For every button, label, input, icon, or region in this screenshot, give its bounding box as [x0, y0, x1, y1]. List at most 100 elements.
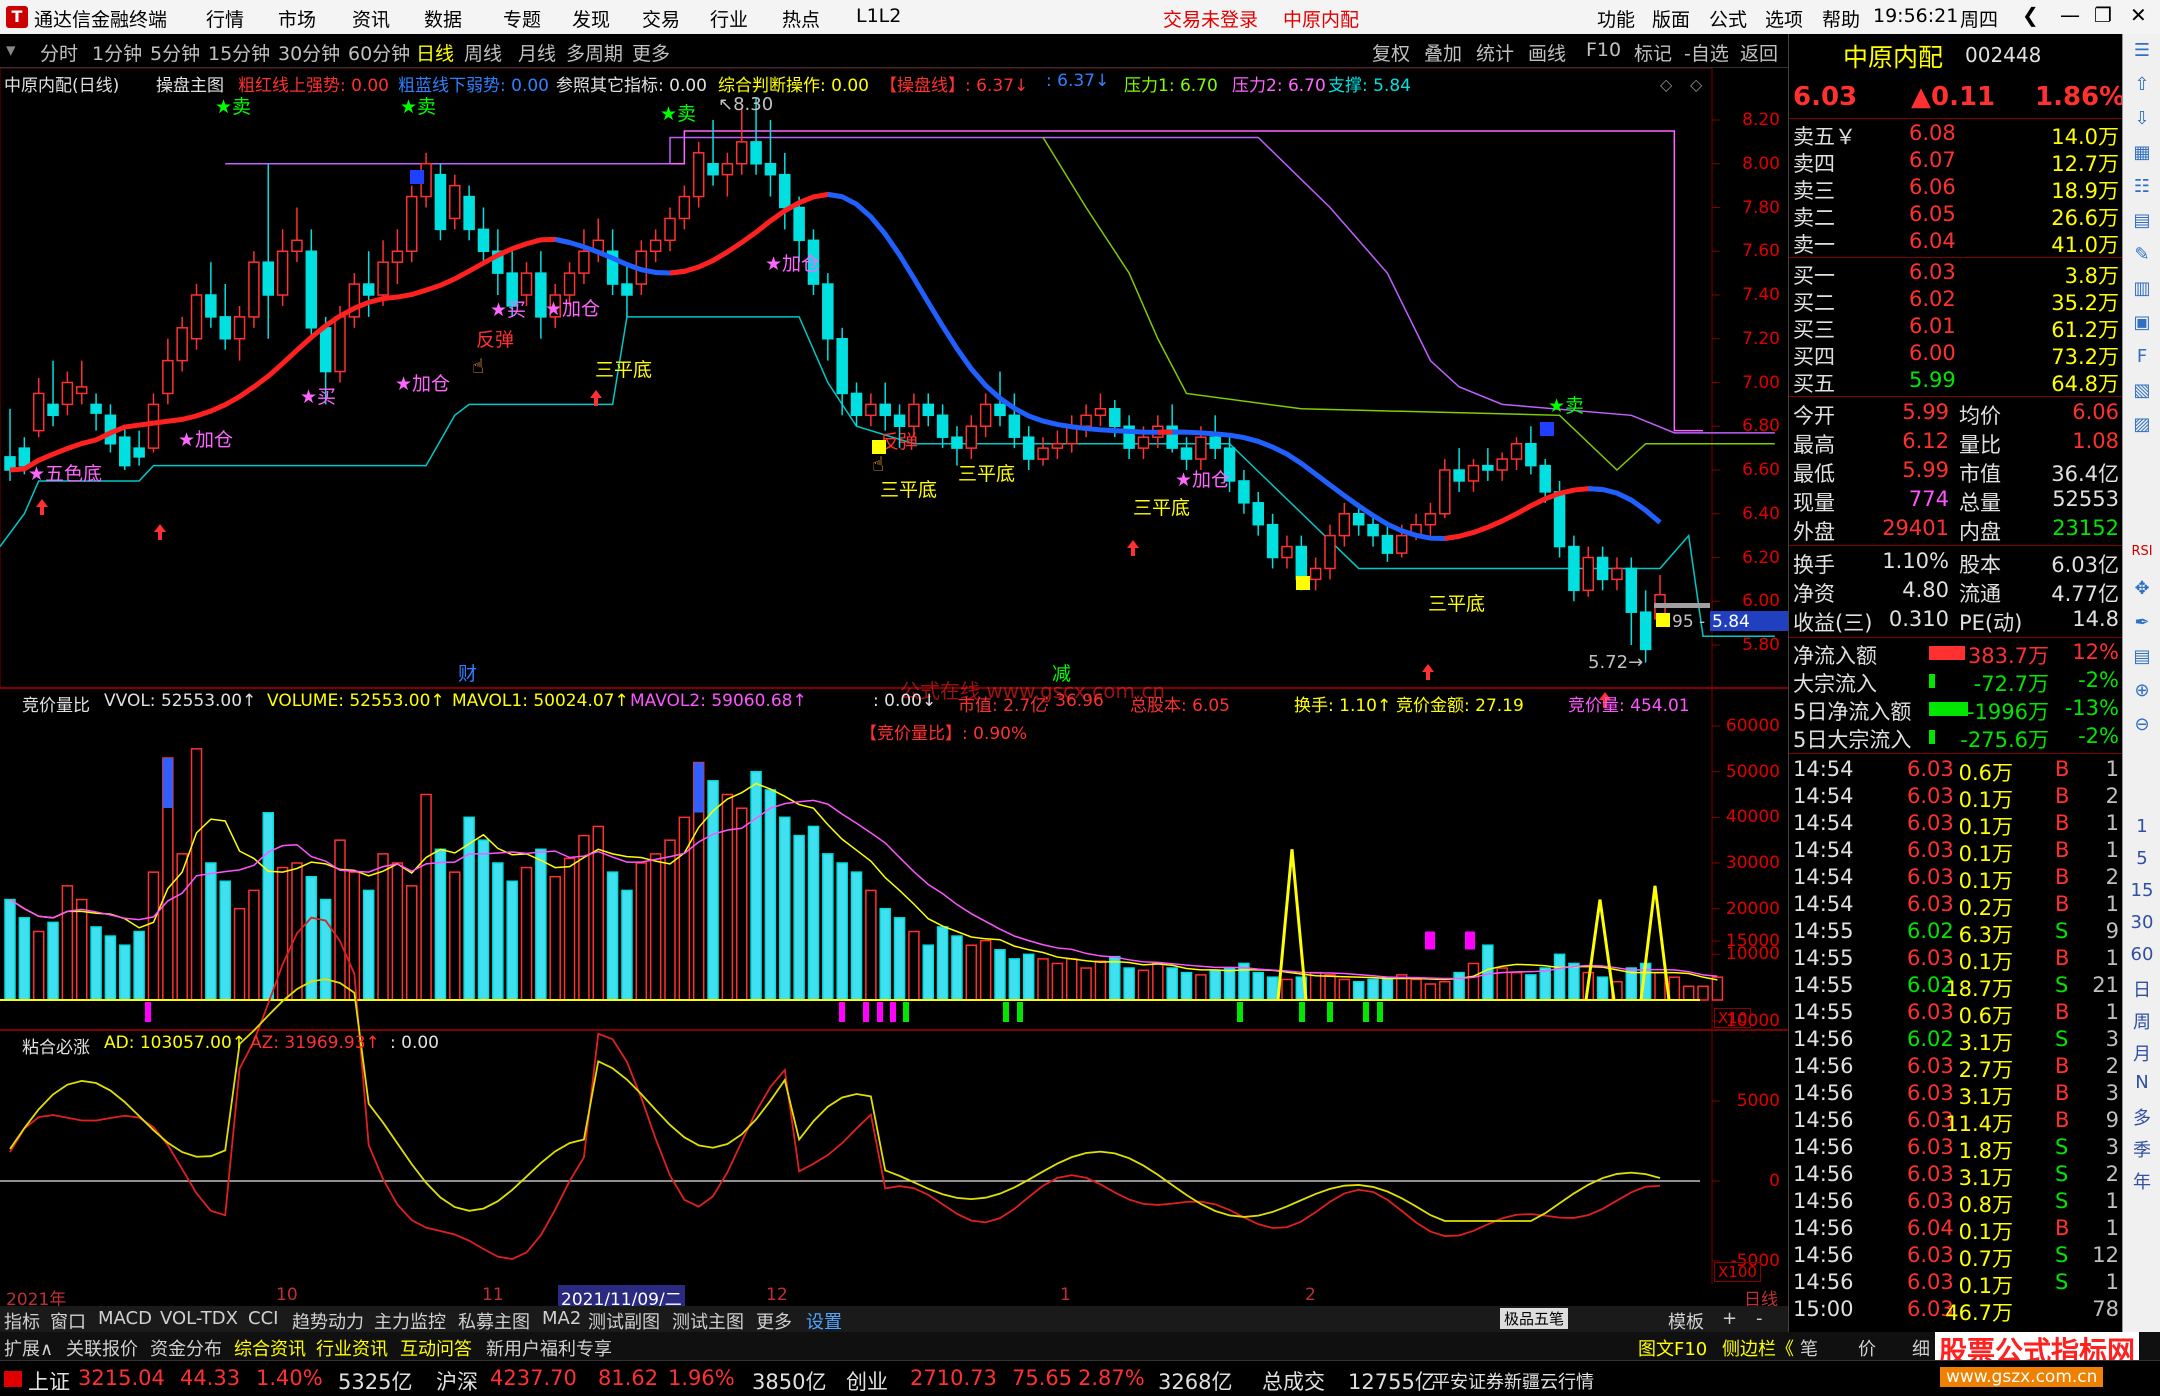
indicator-tab-right-3[interactable]: -	[1756, 1308, 1763, 1329]
ask-row[interactable]: 卖四6.0712.7万	[1789, 148, 2123, 175]
bid-row[interactable]: 买五5.9964.8万	[1789, 368, 2123, 395]
indicator-tab-item-0[interactable]: 指标	[4, 1308, 40, 1334]
info-tab-5[interactable]: 互动问答	[400, 1335, 472, 1361]
period-tab-4[interactable]: 30分钟	[278, 39, 340, 66]
sidebar-tool-icon[interactable]: ✥	[2127, 578, 2157, 599]
sidebar-period-6[interactable]: 周	[2127, 1008, 2157, 1034]
indicator-tab-item-1[interactable]: 窗口	[50, 1308, 86, 1334]
info-tab-4[interactable]: 行业资讯	[316, 1335, 388, 1361]
indicator-tab-item-12[interactable]: 设置	[806, 1308, 842, 1334]
sidebar-tool-icon[interactable]: ▧	[2127, 380, 2157, 401]
indicator-tab-item-10[interactable]: 测试主图	[672, 1308, 744, 1334]
chart-action-3[interactable]: 画线	[1528, 39, 1566, 66]
right-menu-item-2[interactable]: 公式	[1709, 5, 1747, 32]
sidebar-period-3[interactable]: 30	[2127, 912, 2157, 933]
sidebar-tool-icon[interactable]: ▣	[2127, 312, 2157, 333]
chart-action-7[interactable]: 返回	[1740, 39, 1778, 66]
ask-row[interactable]: 卖一6.0441.0万	[1789, 229, 2123, 256]
sidebar-tool-icon[interactable]: ☷	[2127, 176, 2157, 197]
restore-icon[interactable]: ❐	[2094, 3, 2112, 27]
bid-row[interactable]: 买二6.0235.2万	[1789, 287, 2123, 314]
stock-alert[interactable]: 中原内配	[1283, 5, 1359, 32]
info-tab-6[interactable]: 新用户福利专享	[486, 1335, 612, 1361]
chart-action-4[interactable]: F10	[1586, 39, 1621, 61]
sidebar-period-9[interactable]: 多	[2127, 1104, 2157, 1130]
indicator-tab-right-2[interactable]: +	[1722, 1308, 1737, 1329]
info-tab-right-1[interactable]: 侧边栏《	[1722, 1335, 1794, 1361]
back-icon[interactable]: ❮	[2022, 3, 2039, 27]
menu-item-9[interactable]: L1L2	[856, 5, 901, 27]
menu-item-2[interactable]: 资讯	[352, 5, 390, 32]
sidebar-period-2[interactable]: 15	[2127, 880, 2157, 901]
ask-row[interactable]: 卖二6.0526.6万	[1789, 202, 2123, 229]
right-menu-item-4[interactable]: 帮助	[1822, 5, 1860, 32]
chart-action-2[interactable]: 统计	[1476, 39, 1514, 66]
ask-row[interactable]: 卖五￥6.0814.0万	[1789, 121, 2123, 148]
sidebar-period-7[interactable]: 月	[2127, 1040, 2157, 1066]
indicator-tab-ma2-8[interactable]: MA2	[542, 1308, 581, 1329]
period-tab-8[interactable]: 月线	[518, 39, 556, 66]
close-icon[interactable]: ✕	[2130, 3, 2147, 27]
sidebar-period-10[interactable]: 季	[2127, 1136, 2157, 1162]
chart-action-6[interactable]: -自选	[1684, 39, 1729, 66]
sidebar-tool-icon[interactable]: ▤	[2127, 210, 2157, 231]
right-menu-item-1[interactable]: 版面	[1652, 5, 1690, 32]
period-tab-1[interactable]: 1分钟	[92, 39, 142, 66]
sidebar-tool-icon[interactable]: ⇩	[2127, 108, 2157, 129]
indicator-tab-item-7[interactable]: 私募主图	[458, 1308, 530, 1334]
chart-action-0[interactable]: 复权	[1372, 39, 1410, 66]
info-tab-right-4[interactable]: 细	[1912, 1335, 1930, 1361]
period-tab-9[interactable]: 多周期	[566, 39, 623, 66]
sidebar-tool-icon[interactable]: ✎	[2127, 244, 2157, 265]
ask-row[interactable]: 卖三6.0618.9万	[1789, 175, 2123, 202]
period-tab-6[interactable]: 日线	[416, 39, 454, 66]
sidebar-period-1[interactable]: 5	[2127, 848, 2157, 869]
sidebar-period-11[interactable]: 年	[2127, 1168, 2157, 1194]
indicator-tab-macd-2[interactable]: MACD	[98, 1308, 152, 1329]
sidebar-tool-icon[interactable]: ✒	[2127, 612, 2157, 633]
sidebar-tool-icon[interactable]: ▨	[2127, 414, 2157, 435]
info-tab-2[interactable]: 资金分布	[150, 1335, 222, 1361]
collapse-icon[interactable]: ▾	[6, 39, 16, 61]
menu-item-7[interactable]: 行业	[710, 5, 748, 32]
right-menu-item-3[interactable]: 选项	[1765, 5, 1803, 32]
indicator-tab-right-0[interactable]: 极品五笔	[1500, 1308, 1568, 1329]
menu-item-4[interactable]: 专题	[503, 5, 541, 32]
bid-row[interactable]: 买三6.0161.2万	[1789, 314, 2123, 341]
sidebar-period-0[interactable]: 1	[2127, 816, 2157, 837]
info-tab-right-2[interactable]: 笔	[1800, 1335, 1818, 1361]
bid-row[interactable]: 买一6.033.8万	[1789, 260, 2123, 287]
menu-item-8[interactable]: 热点	[782, 5, 820, 32]
sidebar-tool-icon[interactable]: RSI	[2127, 544, 2157, 559]
indicator-tab-cci-4[interactable]: CCI	[248, 1308, 278, 1329]
period-tab-0[interactable]: 分时	[40, 39, 78, 66]
info-tab-3[interactable]: 综合资讯	[234, 1335, 306, 1361]
period-tab-7[interactable]: 周线	[464, 39, 502, 66]
indicator-tab-right-1[interactable]: 模板	[1668, 1308, 1704, 1334]
indicator-tab-item-11[interactable]: 更多	[756, 1308, 792, 1334]
period-tab-3[interactable]: 15分钟	[208, 39, 270, 66]
info-tab-right-3[interactable]: 价	[1858, 1335, 1876, 1361]
chart-canvas[interactable]: ★卖★卖★卖★加仓★加仓★加仓★加仓★加仓★买★买★五色底反弹反弹三平底三平底三…	[0, 68, 1788, 1284]
sidebar-tool-icon[interactable]: ⊖	[2127, 714, 2157, 735]
sidebar-tool-icon[interactable]: ⊕	[2127, 680, 2157, 701]
sidebar-period-8[interactable]: N	[2127, 1072, 2157, 1093]
sidebar-tool-icon[interactable]: ▦	[2127, 142, 2157, 163]
indicator-tab-item-9[interactable]: 测试副图	[588, 1308, 660, 1334]
menu-item-6[interactable]: 交易	[642, 5, 680, 32]
sidebar-tool-icon[interactable]: ▤	[2127, 646, 2157, 667]
period-tab-5[interactable]: 60分钟	[348, 39, 410, 66]
indicator-tab-item-5[interactable]: 趋势动力	[292, 1308, 364, 1334]
sidebar-tool-icon[interactable]: ☰	[2127, 40, 2157, 61]
sidebar-period-4[interactable]: 60	[2127, 944, 2157, 965]
menu-item-5[interactable]: 发现	[572, 5, 610, 32]
chart-action-1[interactable]: 叠加	[1424, 39, 1462, 66]
trade-login-status[interactable]: 交易未登录	[1163, 5, 1258, 32]
indicator-tab-vol-tdx-3[interactable]: VOL-TDX	[160, 1308, 238, 1329]
indicator-tab-item-6[interactable]: 主力监控	[374, 1308, 446, 1334]
menu-item-0[interactable]: 行情	[206, 5, 244, 32]
period-tab-10[interactable]: 更多	[632, 39, 670, 66]
sidebar-period-5[interactable]: 日	[2127, 976, 2157, 1002]
info-tab-1[interactable]: 关联报价	[66, 1335, 138, 1361]
bid-row[interactable]: 买四6.0073.2万	[1789, 341, 2123, 368]
